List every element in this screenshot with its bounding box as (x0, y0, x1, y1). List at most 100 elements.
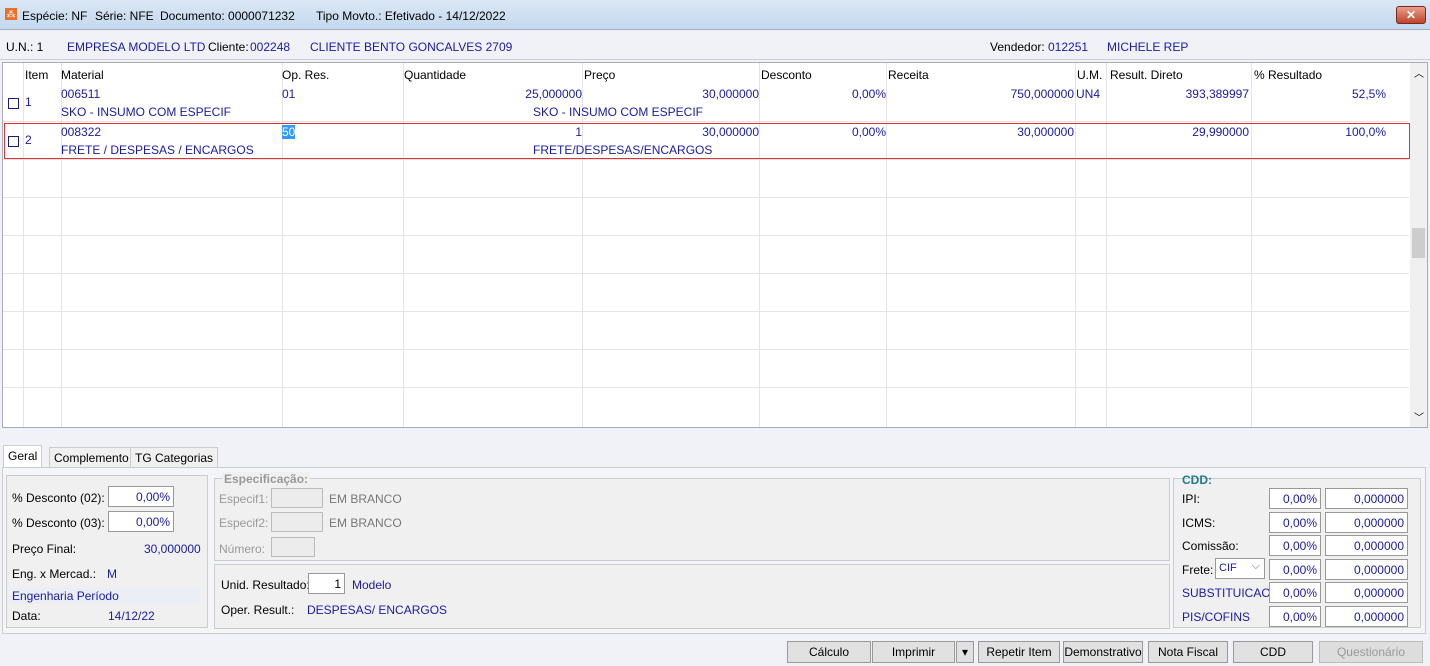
documento: Documento: 0000071232 (160, 9, 295, 23)
data-value: 14/12/22 (108, 609, 155, 623)
eng-label: Eng. x Mercad.: (12, 567, 97, 581)
receita: 750,000000 (1010, 87, 1074, 101)
preco-final-label: Preço Final: (12, 542, 77, 556)
nota-fiscal-button[interactable]: Nota Fiscal (1148, 641, 1228, 663)
cliente-label: Cliente: (208, 40, 249, 54)
column-header[interactable]: % Resultado (1254, 68, 1322, 82)
items-grid: Item Material Op. Res. Quantidade Preço Desco… (2, 62, 1428, 428)
tab-tg-categorias[interactable]: TG Categorias (130, 447, 219, 468)
un-label: U.N.: 1 (6, 40, 44, 54)
cdd-label: Comissão: (1182, 539, 1239, 553)
cdd-label: SUBSTITUICAO (1182, 586, 1271, 600)
cdd-pct-input[interactable]: 0,00% (1269, 535, 1321, 556)
column-header[interactable]: Material (61, 68, 104, 82)
grid-row-line (3, 349, 1409, 350)
repetir-item-button[interactable]: Repetir Item (978, 641, 1060, 663)
imprimir-dropdown-icon[interactable]: ▾ (956, 641, 974, 663)
empresa: EMPRESA MODELO LTD (67, 40, 206, 54)
grid-column-line (1251, 63, 1252, 427)
eng-value: M (107, 567, 117, 581)
unid-label: Unid. Resultado: (221, 578, 310, 592)
grid-column-line (23, 63, 24, 427)
selected-row-outline (4, 123, 1410, 159)
questionario-button[interactable]: Questionário (1319, 641, 1423, 663)
vendedor-label: Vendedor: (990, 40, 1045, 54)
column-header[interactable]: Preço (584, 68, 615, 82)
numero-label: Número: (219, 542, 266, 556)
op-res[interactable]: 01 (282, 87, 295, 101)
cdd-label: ICMS: (1182, 515, 1216, 530)
scroll-down-icon[interactable]: ﹀ (1414, 409, 1424, 424)
grid-row-line (3, 159, 1409, 160)
scroll-up-icon[interactable]: ︿ (1414, 65, 1424, 80)
unid-input[interactable]: 1 (308, 573, 345, 594)
cdd-pct-input[interactable]: 0,00% (1269, 605, 1321, 627)
cdd-value-input[interactable]: 0,000000 (1325, 582, 1408, 603)
cdd-pct-input[interactable]: 0,00% (1269, 511, 1321, 533)
grid-column-line (403, 63, 404, 427)
cdd-pct-input[interactable]: 0,00% (1269, 488, 1321, 509)
column-header[interactable]: Op. Res. (282, 68, 329, 82)
cdd-value-input[interactable]: 0,000000 (1325, 558, 1408, 580)
grid-column-line (886, 63, 887, 427)
grid-row-line (3, 121, 1409, 122)
especificacao-title: Especificação: (222, 472, 311, 486)
data-label: Data: (12, 609, 41, 623)
serie: Série: NFE (95, 9, 154, 23)
unidade-medida: UN4 (1076, 87, 1101, 101)
engenharia-periodo: Engenharia Período (10, 588, 200, 604)
tab-complemento[interactable]: Complemento (49, 447, 134, 468)
oper-label: Oper. Result.: (221, 603, 295, 617)
column-header[interactable]: Item (25, 68, 48, 82)
grid-column-line (282, 63, 283, 427)
cdd-button[interactable]: CDD (1233, 641, 1313, 663)
close-button[interactable]: ✕ (1396, 6, 1426, 24)
preco-final: 30,000000 (144, 542, 201, 556)
material-description: SKO - INSUMO COM ESPECIF (61, 105, 232, 119)
cliente-name: CLIENTE BENTO GONCALVES 2709 (310, 40, 513, 54)
grid-column-line (1106, 63, 1107, 427)
frete-select[interactable]: CIF ⌵ (1215, 557, 1265, 579)
cliente-code: 002248 (250, 40, 291, 54)
cdd-value-input[interactable]: 0,000000 (1325, 605, 1408, 627)
grid-column-line (1075, 63, 1076, 427)
result-direto: 393,389997 (1185, 87, 1249, 101)
row-checkbox[interactable] (8, 98, 19, 109)
cdd-value-input[interactable]: 0,000000 (1325, 535, 1408, 556)
item-number: 1 (25, 95, 32, 109)
column-header[interactable]: Result. Direto (1110, 68, 1183, 82)
vertical-scrollbar[interactable]: ︿ ﹀ (1410, 63, 1427, 427)
grid-row-line (3, 197, 1409, 198)
especie: Espécie: NF (22, 9, 88, 23)
column-header[interactable]: Receita (888, 68, 929, 82)
scroll-thumb[interactable] (1412, 228, 1425, 258)
app-icon: ⁂ (5, 8, 17, 20)
oper-value: DESPESAS/ ENCARGOS (307, 603, 448, 617)
cdd-pct-input[interactable]: 0,00% (1269, 558, 1321, 580)
quantidade: 25,000000 (525, 87, 582, 101)
grid-row-line (3, 235, 1409, 236)
tipo-movto: Tipo Movto.: Efetivado - 14/12/2022 (316, 9, 506, 23)
column-header[interactable]: U.M. (1077, 68, 1102, 82)
desc03-input[interactable]: 0,00% (108, 511, 174, 532)
calculo-button[interactable]: Cálculo (787, 641, 871, 663)
column-header[interactable]: Desconto (761, 68, 812, 82)
info-bar: U.N.: 1 EMPRESA MODELO LTD Cliente: 0022… (0, 32, 1430, 60)
numero-input (271, 537, 315, 557)
demonstrativo-button[interactable]: Demonstrativo (1063, 641, 1143, 663)
especif2-input (271, 512, 323, 532)
grid-column-line (759, 63, 760, 427)
grid-row-line (3, 273, 1409, 274)
especif1-input (271, 488, 323, 508)
imprimir-button[interactable]: Imprimir (872, 641, 955, 663)
pct-resultado: 52,5% (1351, 87, 1386, 101)
cdd-pct-input[interactable]: 0,00% (1269, 582, 1321, 603)
cdd-value-input[interactable]: 0,000000 (1325, 511, 1408, 533)
op-description: SKO - INSUMO COM ESPECIF (533, 105, 704, 119)
tab-geral[interactable]: Geral (3, 445, 43, 469)
column-header[interactable]: Quantidade (404, 68, 466, 82)
cdd-value-input[interactable]: 0,000000 (1325, 488, 1408, 509)
desc02-input[interactable]: 0,00% (108, 486, 174, 507)
preco: 30,000000 (702, 87, 759, 101)
title-bar: ⁂ Espécie: NF Série: NFE Documento: 0000… (0, 0, 1430, 30)
